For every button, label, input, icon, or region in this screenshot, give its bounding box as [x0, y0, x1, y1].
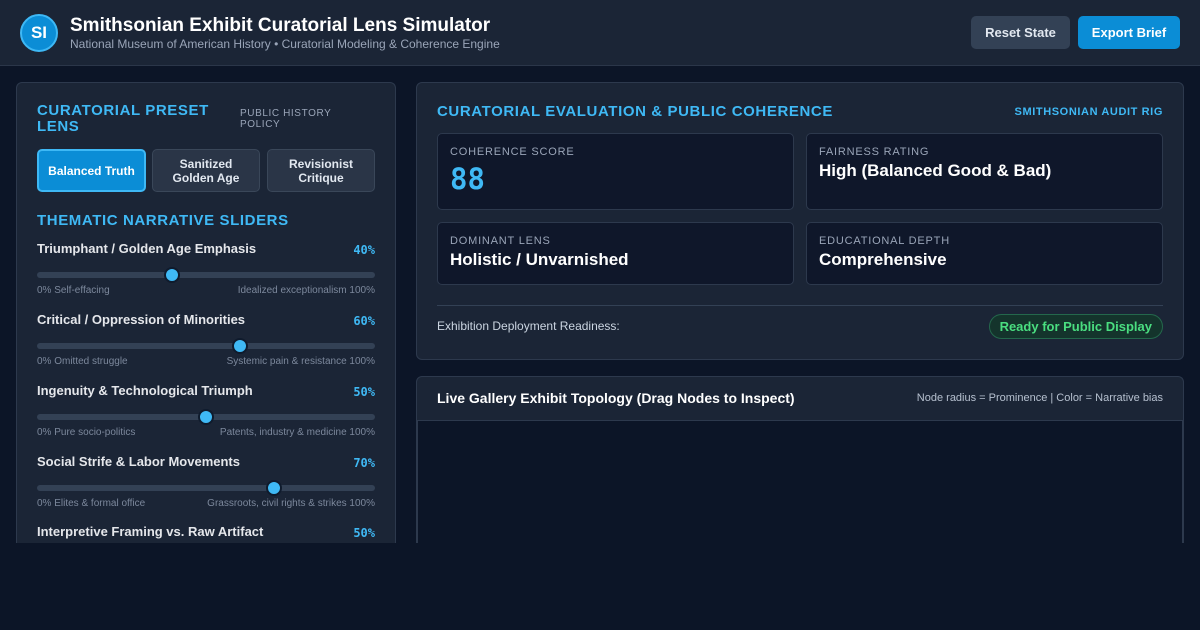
readiness-label: Exhibition Deployment Readiness: [437, 319, 620, 333]
slider-value: 50% [353, 526, 375, 540]
slider-label: Triumphant / Golden Age Emphasis [37, 241, 257, 256]
app-subtitle: National Museum of American History • Cu… [70, 37, 500, 51]
coherence-score-value: 88 [450, 162, 485, 196]
slider-track[interactable] [37, 267, 375, 283]
slider-thumb[interactable] [231, 338, 248, 354]
preset-balanced-truth-button[interactable]: Balanced Truth [37, 149, 146, 192]
dominant-lens-card: Dominant Lens Holistic / Unvarnished [437, 222, 794, 285]
metric-label: Coherence Score [450, 146, 575, 158]
coherence-score-card: Coherence Score 88 [437, 133, 794, 210]
slider-label: Critical / Oppression of Minorities [37, 312, 246, 327]
educational-depth-card: Educational Depth Comprehensive [806, 222, 1163, 285]
slider-label: Social Strife & Labor Movements [37, 454, 240, 469]
slider-max-label: Patents, industry & medicine 100% [219, 427, 375, 438]
slider-critical-oppression: Critical / Oppression of Minorities 60% … [37, 312, 375, 374]
metric-label: Fairness Rating [819, 146, 930, 158]
slider-min-label: 0% Self-effacing [37, 285, 110, 296]
curatorial-evaluation-panel: Curatorial Evaluation & Public Coherence… [416, 82, 1184, 360]
app-header: SI Smithsonian Exhibit Curatorial Lens S… [0, 0, 1200, 66]
slider-value: 40% [353, 243, 375, 257]
slider-social-strife: Social Strife & Labor Movements 70% 0% E… [37, 454, 375, 516]
topology-canvas[interactable] [417, 420, 1183, 543]
slider-min-label: 0% Pure socio-politics [37, 427, 136, 438]
app-title: Smithsonian Exhibit Curatorial Lens Simu… [70, 15, 491, 36]
export-brief-button[interactable]: Export Brief [1078, 16, 1180, 49]
slider-track[interactable] [37, 338, 375, 354]
slider-min-label: 0% Elites & formal office [37, 498, 146, 509]
slider-min-label: 0% Omitted struggle [37, 356, 128, 367]
slider-value: 60% [353, 314, 375, 328]
topology-legend: Node radius = Prominence | Color = Narra… [916, 392, 1163, 404]
smithsonian-logo: SI [20, 14, 58, 52]
educational-depth-value: Comprehensive [819, 250, 947, 269]
slider-ingenuity-technology: Ingenuity & Technological Triumph 50% 0%… [37, 383, 375, 445]
slider-interpretive-framing: Interpretive Framing vs. Raw Artifact 50… [37, 524, 375, 543]
slider-thumb[interactable] [198, 409, 214, 425]
fairness-rating-card: Fairness Rating High (Balanced Good & Ba… [806, 133, 1163, 210]
slider-label: Interpretive Framing vs. Raw Artifact [37, 524, 264, 539]
slider-value: 70% [353, 456, 375, 470]
slider-max-label: Systemic pain & resistance 100% [226, 356, 375, 367]
preset-sanitized-golden-age-button[interactable]: Sanitized Golden Age [152, 149, 260, 192]
slider-value: 50% [353, 385, 375, 399]
slider-triumphant-emphasis: Triumphant / Golden Age Emphasis 40% 0% … [37, 241, 375, 303]
metric-label: Educational Depth [819, 235, 950, 247]
slider-track[interactable] [37, 409, 375, 425]
slider-max-label: Idealized exceptionalism 100% [237, 285, 375, 296]
metric-label: Dominant Lens [450, 235, 551, 247]
reset-state-button[interactable]: Reset State [971, 16, 1070, 49]
fairness-rating-value: High (Balanced Good & Bad) [819, 161, 1052, 180]
gallery-topology-panel: Live Gallery Exhibit Topology (Drag Node… [416, 376, 1184, 543]
preset-revisionist-critique-button[interactable]: Revisionist Critique [267, 149, 375, 192]
slider-thumb[interactable] [164, 267, 181, 283]
divider [437, 305, 1163, 306]
preset-lens-title: Curatorial Preset Lens [37, 102, 209, 135]
readiness-status-badge: Ready for Public Display [988, 314, 1163, 339]
dominant-lens-value: Holistic / Unvarnished [450, 250, 629, 269]
evaluation-title: Curatorial Evaluation & Public Coherence [437, 103, 833, 120]
slider-label: Ingenuity & Technological Triumph [37, 383, 253, 398]
slider-thumb[interactable] [265, 480, 282, 496]
curatorial-controls-panel: Curatorial Preset Lens Public History Po… [16, 82, 396, 543]
slider-max-label: Grassroots, civil rights & strikes 100% [207, 498, 375, 509]
policy-label: Public History Policy [240, 108, 332, 130]
slider-track[interactable] [37, 480, 375, 496]
narrative-sliders-title: Thematic Narrative Sliders [37, 212, 289, 229]
audit-rig-label: SMITHSONIAN AUDIT RIG [1014, 106, 1163, 118]
topology-title: Live Gallery Exhibit Topology (Drag Node… [437, 390, 795, 406]
